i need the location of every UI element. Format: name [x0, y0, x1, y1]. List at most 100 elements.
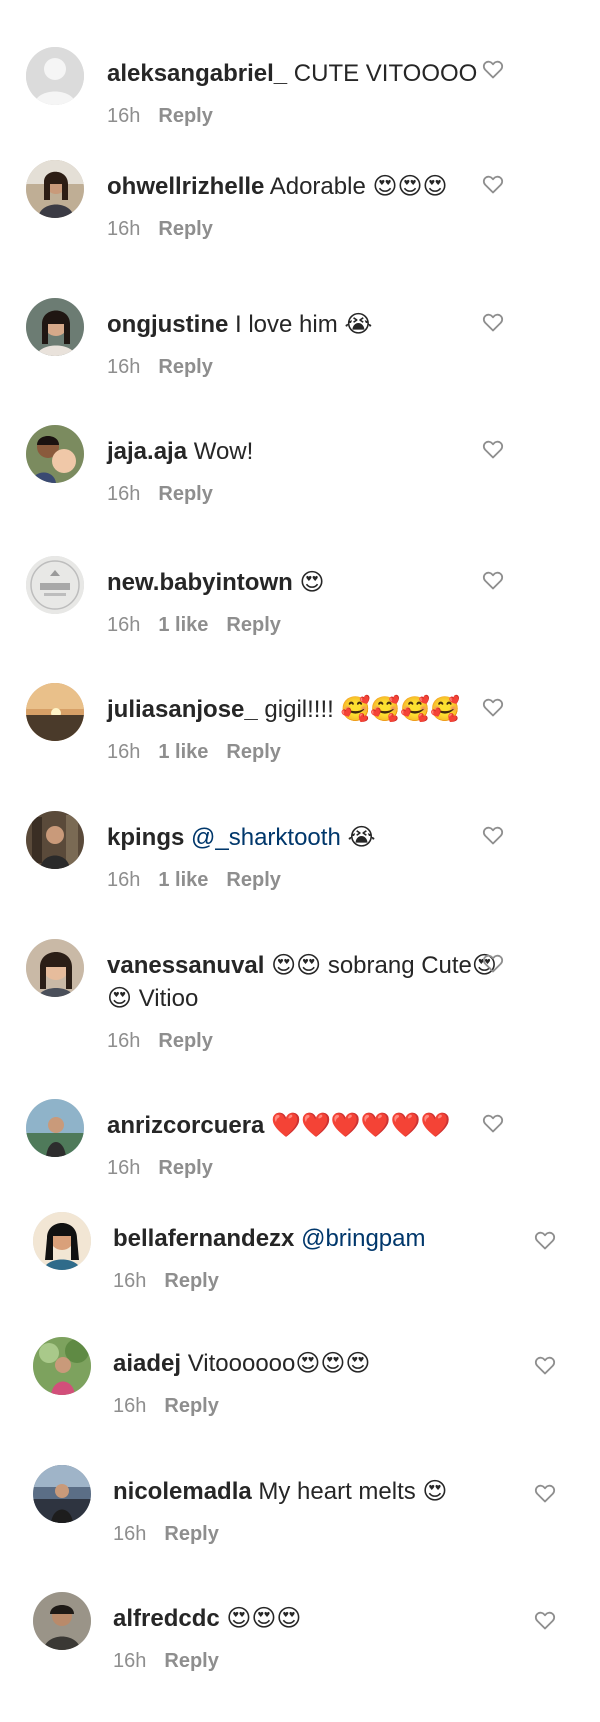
comment-text: new.babyintown 😍	[107, 566, 497, 599]
comment-username[interactable]: nicolemadla	[113, 1478, 252, 1505]
comment-body-suffix: 😭	[340, 824, 376, 851]
reply-button[interactable]: Reply	[158, 1157, 212, 1180]
avatar[interactable]	[33, 1212, 91, 1270]
reply-button[interactable]: Reply	[164, 1395, 218, 1418]
avatar[interactable]	[33, 1465, 91, 1523]
comment-meta: 16h Reply	[107, 356, 497, 379]
comment-username[interactable]: ongjustine	[107, 311, 228, 338]
comment-meta: 16h 1 like Reply	[107, 614, 497, 637]
comment-time[interactable]: 16h	[113, 1523, 146, 1546]
comment-username[interactable]: jaja.aja	[107, 438, 187, 465]
comment-time[interactable]: 16h	[107, 483, 140, 506]
comment-text: ohwellrizhelle Adorable 😍😍😍	[107, 170, 497, 203]
avatar[interactable]	[26, 160, 84, 218]
comment-meta: 16h Reply	[107, 218, 497, 241]
comment-text: juliasanjose_ gigil!!!! 🥰🥰🥰🥰	[107, 693, 497, 726]
user-mention[interactable]: @_sharktooth	[191, 824, 341, 851]
heart-outline-icon[interactable]	[533, 1608, 557, 1632]
likes-count[interactable]: 1 like	[158, 741, 208, 764]
comment-body: 😍	[292, 569, 325, 596]
comment-text: jaja.aja Wow!	[107, 435, 497, 468]
reply-button[interactable]: Reply	[226, 614, 280, 637]
reply-button[interactable]: Reply	[158, 105, 212, 128]
heart-outline-icon[interactable]	[533, 1353, 557, 1377]
avatar[interactable]	[26, 425, 84, 483]
comment-meta: 16h Reply	[113, 1650, 503, 1673]
heart-outline-icon[interactable]	[481, 172, 505, 196]
comment-body: gigil!!!! 🥰🥰🥰🥰	[257, 696, 460, 723]
comment-meta: 16h 1 like Reply	[107, 869, 497, 892]
reply-button[interactable]: Reply	[226, 869, 280, 892]
reply-button[interactable]: Reply	[158, 218, 212, 241]
comment-body: 😍😍😍	[219, 1605, 302, 1632]
comment-text: aiadej Vitoooooo😍😍😍	[113, 1347, 503, 1380]
comment-time[interactable]: 16h	[113, 1395, 146, 1418]
comment-time[interactable]: 16h	[113, 1270, 146, 1293]
reply-button[interactable]: Reply	[158, 356, 212, 379]
reply-button[interactable]: Reply	[158, 483, 212, 506]
comment-text: vanessanuval 😍😍 sobrang Cute😍😍 Vitioo	[107, 949, 497, 1015]
comment-body: Adorable 😍😍😍	[264, 173, 448, 200]
comment-time[interactable]: 16h	[107, 1030, 140, 1053]
comment-username[interactable]: anrizcorcuera	[107, 1112, 264, 1139]
avatar[interactable]	[33, 1592, 91, 1650]
likes-count[interactable]: 1 like	[158, 869, 208, 892]
comment-time[interactable]: 16h	[107, 356, 140, 379]
comment-username[interactable]: juliasanjose_	[107, 696, 258, 723]
comment-username[interactable]: ohwellrizhelle	[107, 173, 264, 200]
avatar[interactable]	[26, 811, 84, 869]
avatar[interactable]	[26, 47, 84, 105]
heart-outline-icon[interactable]	[481, 437, 505, 461]
heart-outline-icon[interactable]	[533, 1228, 557, 1252]
comment-time[interactable]: 16h	[107, 614, 140, 637]
heart-outline-icon[interactable]	[481, 568, 505, 592]
comment-time[interactable]: 16h	[107, 105, 140, 128]
likes-count[interactable]: 1 like	[158, 614, 208, 637]
comment-text: anrizcorcuera ❤️❤️❤️❤️❤️❤️	[107, 1109, 497, 1142]
comment-time[interactable]: 16h	[113, 1650, 146, 1673]
reply-button[interactable]: Reply	[226, 741, 280, 764]
heart-outline-icon[interactable]	[481, 823, 505, 847]
avatar[interactable]	[26, 556, 84, 614]
comment-username[interactable]: kpings	[107, 824, 184, 851]
comment-username[interactable]: bellafernandezx	[113, 1225, 294, 1252]
comment-time[interactable]: 16h	[107, 1157, 140, 1180]
avatar[interactable]	[26, 1099, 84, 1157]
comment-time[interactable]: 16h	[107, 869, 140, 892]
heart-outline-icon[interactable]	[533, 1481, 557, 1505]
comment-body: Vitoooooo😍😍😍	[181, 1350, 371, 1377]
user-mention[interactable]: @bringpam	[301, 1225, 425, 1252]
comment-username[interactable]: aiadej	[113, 1350, 181, 1377]
comment-username[interactable]: aleksangabriel_	[107, 60, 287, 87]
comment-text: nicolemadla My heart melts 😍	[113, 1475, 503, 1508]
comment-body: I love him 😭	[228, 311, 373, 338]
comment-username[interactable]: vanessanuval	[107, 952, 264, 979]
comment-meta: 16h Reply	[113, 1523, 503, 1546]
comment-meta: 16h Reply	[107, 105, 497, 128]
comment-body: ❤️❤️❤️❤️❤️❤️	[264, 1112, 451, 1139]
comment-username[interactable]: new.babyintown	[107, 569, 293, 596]
heart-outline-icon[interactable]	[481, 57, 505, 81]
avatar[interactable]	[33, 1337, 91, 1395]
heart-outline-icon[interactable]	[481, 310, 505, 334]
reply-button[interactable]: Reply	[158, 1030, 212, 1053]
heart-outline-icon[interactable]	[481, 695, 505, 719]
reply-button[interactable]: Reply	[164, 1270, 218, 1293]
comment-time[interactable]: 16h	[107, 218, 140, 241]
avatar[interactable]	[26, 298, 84, 356]
heart-outline-icon[interactable]	[481, 951, 505, 975]
comment-username[interactable]: alfredcdc	[113, 1605, 220, 1632]
comment-time[interactable]: 16h	[107, 741, 140, 764]
comment-meta: 16h Reply	[107, 1030, 497, 1053]
comment-text: aleksangabriel_ CUTE VITOOOO	[107, 57, 497, 90]
avatar[interactable]	[26, 683, 84, 741]
comment-meta: 16h 1 like Reply	[107, 741, 497, 764]
comment-text: kpings @_sharktooth 😭	[107, 821, 497, 854]
comments-list: aleksangabriel_ CUTE VITOOOO 16h Reply o…	[0, 0, 600, 1722]
reply-button[interactable]: Reply	[164, 1650, 218, 1673]
reply-button[interactable]: Reply	[164, 1523, 218, 1546]
comment-text: alfredcdc 😍😍😍	[113, 1602, 503, 1635]
heart-outline-icon[interactable]	[481, 1111, 505, 1135]
avatar[interactable]	[26, 939, 84, 997]
comment-text: bellafernandezx @bringpam	[113, 1222, 503, 1255]
